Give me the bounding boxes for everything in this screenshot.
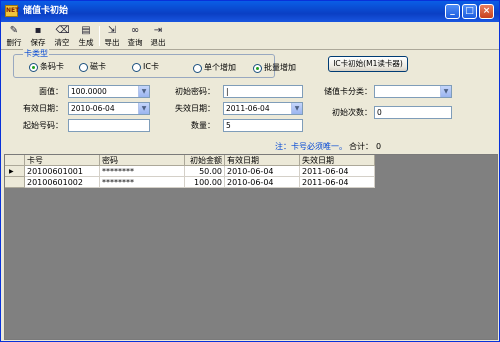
cell-effective-date[interactable]: 2010-06-04 <box>225 166 300 177</box>
radio-indicator <box>193 63 202 73</box>
clear-label: 清空 <box>54 38 70 47</box>
init-count-input[interactable]: 0 <box>374 106 452 119</box>
init-password-input[interactable]: | <box>223 85 303 98</box>
cell-effective-date[interactable]: 2010-06-04 <box>225 177 300 188</box>
card-category-select[interactable]: ▼ <box>374 85 452 98</box>
query-button[interactable]: ∞ 查询 <box>125 24 145 48</box>
row-header <box>5 177 25 188</box>
radio-label: 批量增加 <box>264 63 296 72</box>
exit-label: 退出 <box>150 38 166 47</box>
radio-barcode-card[interactable]: 条码卡 <box>29 61 64 73</box>
expire-date-label: 失效日期： <box>175 104 215 113</box>
effective-date-picker[interactable]: 2010-06-04 ▼ <box>68 102 150 115</box>
radio-magnetic-card[interactable]: 磁卡 <box>79 61 106 73</box>
exit-icon: ⇥ <box>153 25 163 36</box>
window-title: 储值卡初始 <box>23 6 69 16</box>
close-button[interactable]: × <box>479 4 494 19</box>
delete-row-icon: ✎ <box>9 25 19 36</box>
radio-batch-add[interactable]: 批量增加 <box>253 62 296 74</box>
effective-date-text: 2010-06-04 <box>71 104 115 113</box>
column-header-effective-date[interactable]: 有效日期 <box>225 155 300 166</box>
export-button[interactable]: ⇲ 导出 <box>102 24 122 48</box>
start-number-label: 起始号码： <box>23 121 63 130</box>
quantity-input[interactable]: 5 <box>223 119 303 132</box>
cell-init-amount[interactable]: 100.00 <box>185 177 225 188</box>
face-value-label: 面值： <box>39 87 63 96</box>
init-password-label: 初始密码： <box>175 87 215 96</box>
minimize-icon: _ <box>450 6 455 16</box>
app-icon: NET <box>5 5 19 17</box>
radio-indicator <box>29 62 38 72</box>
generate-button[interactable]: ▤ 生成 <box>76 24 96 48</box>
chevron-down-icon: ▼ <box>138 86 149 97</box>
column-header-init-amount[interactable]: 初始金额 <box>185 155 225 166</box>
radio-ic-card[interactable]: IC卡 <box>132 61 159 73</box>
main-window: NET 储值卡初始 _ □ × ✎ 删行 ▪ 保存 ⌫ 清空 ▤ 生成 ⇲ 导出… <box>0 0 500 342</box>
query-label: 查询 <box>127 38 143 47</box>
cell-password[interactable]: ******** <box>100 166 185 177</box>
radio-indicator <box>253 63 262 73</box>
start-number-input[interactable] <box>68 119 150 132</box>
radio-single-add[interactable]: 单个增加 <box>193 62 236 74</box>
card-type-legend: 卡类型 <box>23 48 49 59</box>
total-value: 0 <box>376 142 382 151</box>
cell-expire-date[interactable]: 2011-06-04 <box>300 177 375 188</box>
minimize-button[interactable]: _ <box>445 4 460 19</box>
face-value-text: 100.0000 <box>71 87 107 96</box>
clear-icon: ⌫ <box>55 25 70 36</box>
cell-card-no[interactable]: 20100601001 <box>25 166 100 177</box>
expire-date-picker[interactable]: 2011-06-04 ▼ <box>223 102 303 115</box>
cell-password[interactable]: ******** <box>100 177 185 188</box>
radio-indicator <box>132 62 141 72</box>
face-value-select[interactable]: 100.0000 ▼ <box>68 85 150 98</box>
expire-date-text: 2011-06-04 <box>226 104 270 113</box>
card-grid[interactable]: 卡号 密码 初始金额 有效日期 失效日期 ▶ 20100601001 *****… <box>4 154 498 340</box>
radio-label: 磁卡 <box>90 62 106 71</box>
grid-corner <box>5 155 25 166</box>
toolbar: ✎ 删行 ▪ 保存 ⌫ 清空 ▤ 生成 ⇲ 导出 ∞ 查询 ⇥ 退出 <box>1 22 499 50</box>
toolbar-separator <box>99 26 100 46</box>
ic-card-init-button[interactable]: IC卡初始(M1读卡器) <box>328 56 408 72</box>
column-header-card-no[interactable]: 卡号 <box>25 155 100 166</box>
radio-label: 单个增加 <box>204 63 236 72</box>
chevron-down-icon: ▼ <box>440 86 451 97</box>
effective-date-label: 有效日期： <box>23 104 63 113</box>
chevron-down-icon: ▼ <box>291 103 302 114</box>
export-label: 导出 <box>104 38 120 47</box>
exit-button[interactable]: ⇥ 退出 <box>148 24 168 48</box>
clear-button[interactable]: ⌫ 清空 <box>52 24 72 48</box>
export-icon: ⇲ <box>107 25 117 36</box>
card-category-label: 储值卡分类： <box>324 87 372 96</box>
title-bar[interactable]: NET 储值卡初始 _ □ × <box>1 1 499 22</box>
save-icon: ▪ <box>34 25 42 36</box>
cell-card-no[interactable]: 20100601002 <box>25 177 100 188</box>
maximize-button[interactable]: □ <box>462 4 477 19</box>
row-pointer-icon: ▶ <box>5 166 25 177</box>
column-header-password[interactable]: 密码 <box>100 155 185 166</box>
cell-init-amount[interactable]: 50.00 <box>185 166 225 177</box>
radio-label: IC卡 <box>143 62 159 71</box>
generate-icon: ▤ <box>81 25 91 36</box>
binoculars-icon: ∞ <box>130 25 140 36</box>
quantity-label: 数量： <box>191 121 215 130</box>
radio-label: 条码卡 <box>40 62 64 71</box>
close-icon: × <box>482 6 491 16</box>
delete-row-label: 删行 <box>6 38 22 47</box>
column-header-expire-date[interactable]: 失效日期 <box>300 155 375 166</box>
init-count-label: 初始次数： <box>332 108 372 117</box>
save-label: 保存 <box>30 38 46 47</box>
maximize-icon: □ <box>465 6 474 16</box>
save-button[interactable]: ▪ 保存 <box>28 24 48 48</box>
radio-indicator <box>79 62 88 72</box>
total-label: 合计： <box>349 142 373 151</box>
generate-label: 生成 <box>78 38 94 47</box>
delete-row-button[interactable]: ✎ 删行 <box>4 24 24 48</box>
cell-expire-date[interactable]: 2011-06-04 <box>300 166 375 177</box>
unique-card-note: 注：卡号必须唯一。 <box>275 142 347 151</box>
chevron-down-icon: ▼ <box>138 103 149 114</box>
